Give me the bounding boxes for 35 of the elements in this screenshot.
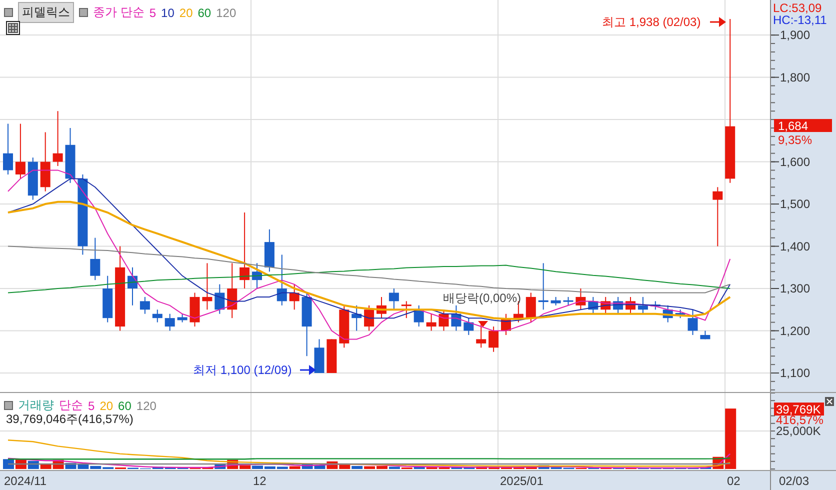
price-tick-label: 1,100 — [780, 366, 810, 380]
ma-type-label: 종가 단순 — [93, 4, 144, 21]
high-price-label: 최고 1,938 (02/03) — [602, 15, 701, 29]
low-price-label: 최저 1,100 (12/09) — [193, 363, 292, 377]
ma-period-label: 20 — [100, 398, 114, 412]
current-price-badge: 1,684 — [774, 119, 832, 133]
date-axis-label: 12 — [253, 474, 266, 488]
price-tick-label: 1,500 — [780, 197, 810, 212]
price-tick-label: 1,200 — [780, 324, 810, 338]
volume-badge: 39,769K — [774, 402, 824, 417]
ma-period-label: 20 — [179, 6, 193, 20]
date-axis-label: 02 — [727, 474, 740, 488]
ma-period-label: 60 — [118, 398, 132, 412]
price-tick-label: 1,300 — [780, 282, 810, 296]
price-tick-label: 1,900 — [780, 28, 810, 42]
price-tick-label: 1,400 — [780, 239, 810, 254]
price-tick-label: 1,800 — [780, 70, 810, 84]
ex-dividend-label: 배당락(0,00%) — [443, 291, 522, 305]
ma-period-label: 5 — [149, 6, 156, 20]
volume-summary: 39,769,046주(416,57%) — [6, 411, 134, 428]
volume-title: 거래량 — [18, 397, 54, 414]
hc-value: HC:-13,11 — [773, 13, 827, 27]
ma-type-label: 단순 — [59, 397, 83, 414]
ma-period-label: 5 — [88, 398, 95, 412]
price-tick-label: 1,600 — [780, 154, 810, 169]
ma-period-label: 60 — [198, 6, 212, 20]
lc-value: LC:53,09 — [773, 1, 822, 15]
volume-tick-label: 25,000K — [776, 424, 821, 438]
price-change-label: 9,35% — [778, 133, 812, 147]
cursor-date-label: 02/03 — [770, 471, 810, 490]
ma-period-label: 10 — [161, 6, 174, 20]
ma-period-label: 120 — [136, 398, 156, 412]
date-axis-label: 2024/11 — [4, 474, 46, 488]
date-axis-label: 2025/01 — [500, 474, 544, 488]
ma-period-label: 120 — [216, 6, 236, 20]
